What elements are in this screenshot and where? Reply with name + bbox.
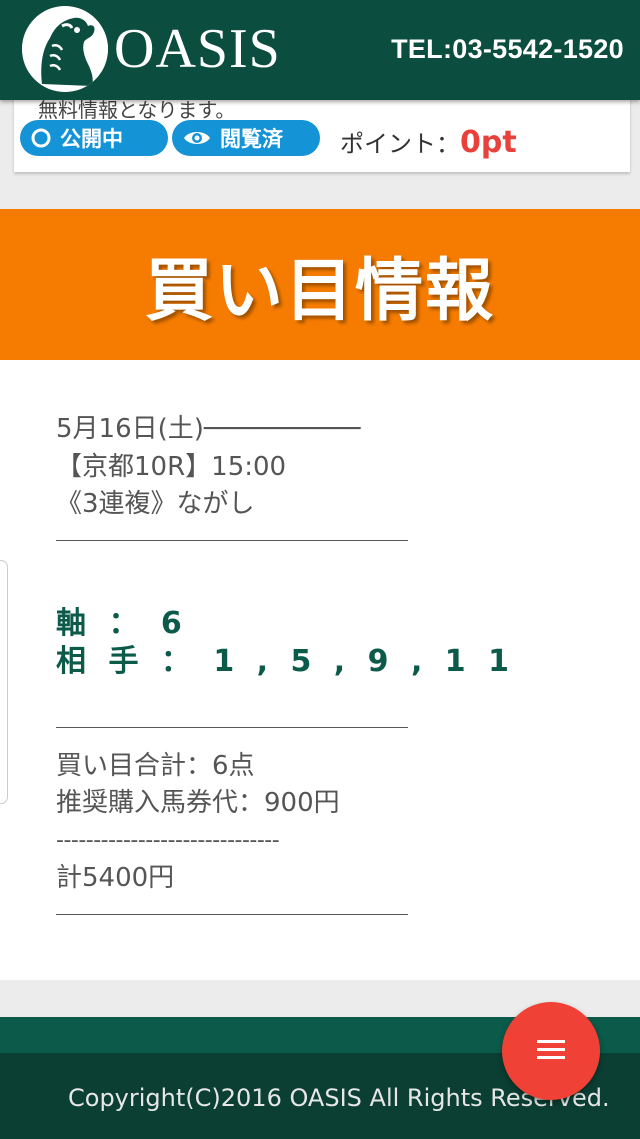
status-badge-open: 公開中: [20, 120, 168, 156]
points-label: ポイント：: [340, 130, 460, 158]
partner-horses: 相 手 ： 1 , 5 , 9 , 1 1: [56, 644, 516, 679]
divider: [56, 727, 408, 728]
points-value: 0pt: [460, 125, 517, 160]
divider: [56, 914, 408, 915]
recommended-amount: 推奨購入馬券代：900円: [56, 788, 340, 818]
points-display: ポイント： 0pt: [340, 124, 517, 160]
badge-viewed-label: 閲覧済: [220, 127, 283, 151]
badge-open-label: 公開中: [60, 127, 123, 151]
divider: [56, 540, 408, 541]
horse-logo-icon: [22, 6, 108, 92]
grand-total: 計5400円: [56, 863, 175, 893]
total-points: 買い目合計：6点: [56, 751, 255, 781]
bet-info-content: 5月16日(土)────────── 【京都10R】15:00 《3連複》ながし…: [0, 360, 640, 980]
menu-icon: [535, 1037, 567, 1065]
site-logo[interactable]: OASIS: [22, 6, 281, 92]
title-banner: 買い目情報: [0, 209, 640, 360]
race-venue: 【京都10R】15:00: [56, 452, 287, 482]
dash-separator: ------------------------------: [56, 828, 280, 853]
logo-text: OASIS: [114, 18, 281, 80]
phone-number[interactable]: TEL:03-5542-1520: [391, 34, 624, 65]
info-card: 無料情報となります。 公開中 閲覧済 ポイント： 0pt: [14, 90, 630, 172]
site-header: OASIS TEL:03-5542-1520: [0, 0, 640, 100]
menu-button[interactable]: [502, 1002, 600, 1100]
race-date: 5月16日(土)──────────: [56, 414, 361, 444]
side-drawer-handle[interactable]: [0, 560, 8, 804]
bet-type: 《3連複》ながし: [56, 489, 255, 519]
status-badge-viewed: 閲覧済: [172, 120, 320, 156]
circle-icon: [30, 127, 52, 149]
page-title: 買い目情報: [144, 252, 495, 331]
eye-icon: [182, 127, 212, 149]
